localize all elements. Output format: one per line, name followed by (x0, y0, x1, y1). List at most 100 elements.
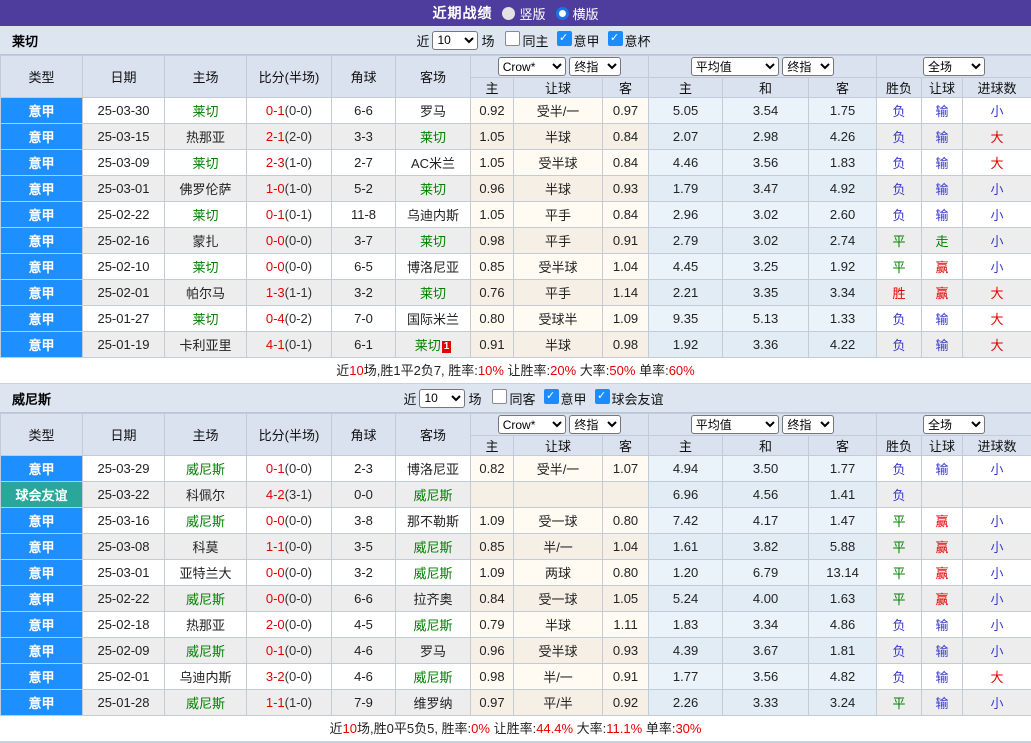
cell-home-team[interactable]: 莱切 (165, 150, 247, 176)
cell-corner: 6-1 (332, 332, 396, 358)
cell-away-team[interactable]: 博洛尼亚 (396, 254, 471, 280)
cell-away-team[interactable]: 博洛尼亚 (396, 456, 471, 482)
euro-odds-stage-select[interactable]: 终指 (782, 57, 834, 76)
column-header: 主场 (165, 56, 247, 98)
cell-home-team[interactable]: 莱切 (165, 98, 247, 124)
cell-away-team[interactable]: 莱切1 (396, 332, 471, 358)
cell-home-team[interactable]: 热那亚 (165, 612, 247, 638)
filter-checkbox-label[interactable]: 同主 (522, 34, 548, 49)
cell-away-team[interactable]: 威尼斯 (396, 482, 471, 508)
cell-result-outcome: 平 (877, 690, 922, 716)
cell-away-team[interactable]: 威尼斯 (396, 664, 471, 690)
cell-result-outcome: 负 (877, 638, 922, 664)
cell-away-team[interactable]: 威尼斯 (396, 612, 471, 638)
filter-checkbox-1[interactable] (544, 389, 559, 404)
filter-checkbox-1[interactable] (557, 31, 572, 46)
asia-odds-stage-select[interactable]: 终指 (569, 415, 621, 434)
result-scope-select[interactable]: 全场 (923, 415, 985, 434)
cell-home-team[interactable]: 莱切 (165, 306, 247, 332)
bookmaker-select[interactable]: Crow* (498, 57, 566, 76)
cell-away-team[interactable]: 乌迪内斯 (396, 202, 471, 228)
result-scope-select[interactable]: 全场 (923, 57, 985, 76)
cell-euro-draw-odds: 6.79 (723, 560, 809, 586)
cell-result-goals: 小 (963, 176, 1031, 202)
sub-column-header: 进球数 (963, 78, 1031, 98)
cell-home-team[interactable]: 威尼斯 (165, 638, 247, 664)
filter-checkbox-2[interactable] (595, 389, 610, 404)
cell-away-team[interactable]: 莱切 (396, 280, 471, 306)
filter-checkbox-label[interactable]: 意杯 (625, 34, 651, 49)
cell-result-handicap: 赢 (922, 586, 963, 612)
bookmaker-select[interactable]: Crow* (498, 415, 566, 434)
cell-euro-away-odds: 1.47 (809, 508, 877, 534)
cell-league-type: 意甲 (1, 176, 83, 202)
cell-asia-home-odds: 1.05 (471, 124, 514, 150)
filter-checkbox-0[interactable] (492, 389, 507, 404)
cell-asia-away-odds: 1.04 (603, 534, 649, 560)
cell-away-team[interactable]: 罗马 (396, 98, 471, 124)
cell-euro-home-odds: 2.96 (649, 202, 723, 228)
cell-away-team[interactable]: 国际米兰 (396, 306, 471, 332)
cell-away-team[interactable]: 维罗纳 (396, 690, 471, 716)
table-row: 意甲25-03-30莱切0-1(0-0)6-6罗马0.92受半/一0.975.0… (1, 98, 1031, 124)
cell-euro-away-odds: 1.77 (809, 456, 877, 482)
cell-result-outcome: 平 (877, 560, 922, 586)
filter-checkbox-label[interactable]: 意甲 (574, 34, 600, 49)
cell-home-team[interactable]: 蒙扎 (165, 228, 247, 254)
radio-vertical-layout[interactable]: 竖版 (502, 4, 545, 23)
cell-away-team[interactable]: 威尼斯 (396, 560, 471, 586)
cell-away-team[interactable]: 莱切 (396, 176, 471, 202)
asia-odds-stage-select[interactable]: 终指 (569, 57, 621, 76)
cell-home-team[interactable]: 卡利亚里 (165, 332, 247, 358)
cell-away-team[interactable]: 那不勒斯 (396, 508, 471, 534)
filter-checkbox-label[interactable]: 同客 (509, 392, 535, 407)
cell-home-team[interactable]: 莱切 (165, 202, 247, 228)
cell-league-type: 意甲 (1, 280, 83, 306)
radio-button-icon[interactable] (502, 7, 515, 20)
recent-games-select[interactable]: 10 (432, 31, 478, 50)
cell-result-goals: 大 (963, 306, 1031, 332)
cell-home-team[interactable]: 威尼斯 (165, 690, 247, 716)
cell-home-team[interactable]: 威尼斯 (165, 586, 247, 612)
cell-league-type: 意甲 (1, 690, 83, 716)
column-header: 比分(半场) (247, 56, 332, 98)
cell-result-handicap: 赢 (922, 560, 963, 586)
cell-away-team[interactable]: 威尼斯 (396, 534, 471, 560)
euro-odds-type-select[interactable]: 平均值 (691, 57, 779, 76)
filter-checkbox-label[interactable]: 意甲 (561, 392, 587, 407)
cell-asia-away-odds: 1.04 (603, 254, 649, 280)
cell-home-team[interactable]: 帕尔马 (165, 280, 247, 306)
filter-checkbox-0[interactable] (505, 31, 520, 46)
cell-home-team[interactable]: 科佩尔 (165, 482, 247, 508)
cell-asia-home-odds: 0.84 (471, 586, 514, 612)
cell-league-type: 意甲 (1, 98, 83, 124)
cell-home-team[interactable]: 科莫 (165, 534, 247, 560)
cell-euro-home-odds: 2.21 (649, 280, 723, 306)
cell-euro-home-odds: 1.61 (649, 534, 723, 560)
cell-euro-away-odds: 1.75 (809, 98, 877, 124)
euro-odds-stage-select[interactable]: 终指 (782, 415, 834, 434)
cell-away-team[interactable]: 拉齐奥 (396, 586, 471, 612)
cell-away-team[interactable]: 莱切 (396, 124, 471, 150)
full-time-score: 1-1 (266, 695, 285, 710)
cell-away-team[interactable]: AC米兰 (396, 150, 471, 176)
radio-horizontal-layout[interactable]: 横版 (556, 4, 599, 23)
cell-home-team[interactable]: 乌迪内斯 (165, 664, 247, 690)
cell-home-team[interactable]: 威尼斯 (165, 456, 247, 482)
radio-button-icon[interactable] (556, 7, 569, 20)
cell-date: 25-02-09 (83, 638, 165, 664)
cell-home-team[interactable]: 热那亚 (165, 124, 247, 150)
cell-home-team[interactable]: 莱切 (165, 254, 247, 280)
cell-home-team[interactable]: 佛罗伦萨 (165, 176, 247, 202)
filter-checkbox-2[interactable] (608, 31, 623, 46)
cell-away-team[interactable]: 罗马 (396, 638, 471, 664)
cell-away-team[interactable]: 莱切 (396, 228, 471, 254)
cell-asia-handicap: 平/半 (514, 690, 603, 716)
filter-checkbox-label[interactable]: 球会友谊 (612, 392, 664, 407)
cell-euro-home-odds: 9.35 (649, 306, 723, 332)
cell-date: 25-03-15 (83, 124, 165, 150)
euro-odds-type-select[interactable]: 平均值 (691, 415, 779, 434)
cell-home-team[interactable]: 亚特兰大 (165, 560, 247, 586)
cell-home-team[interactable]: 威尼斯 (165, 508, 247, 534)
recent-games-select[interactable]: 10 (419, 389, 465, 408)
